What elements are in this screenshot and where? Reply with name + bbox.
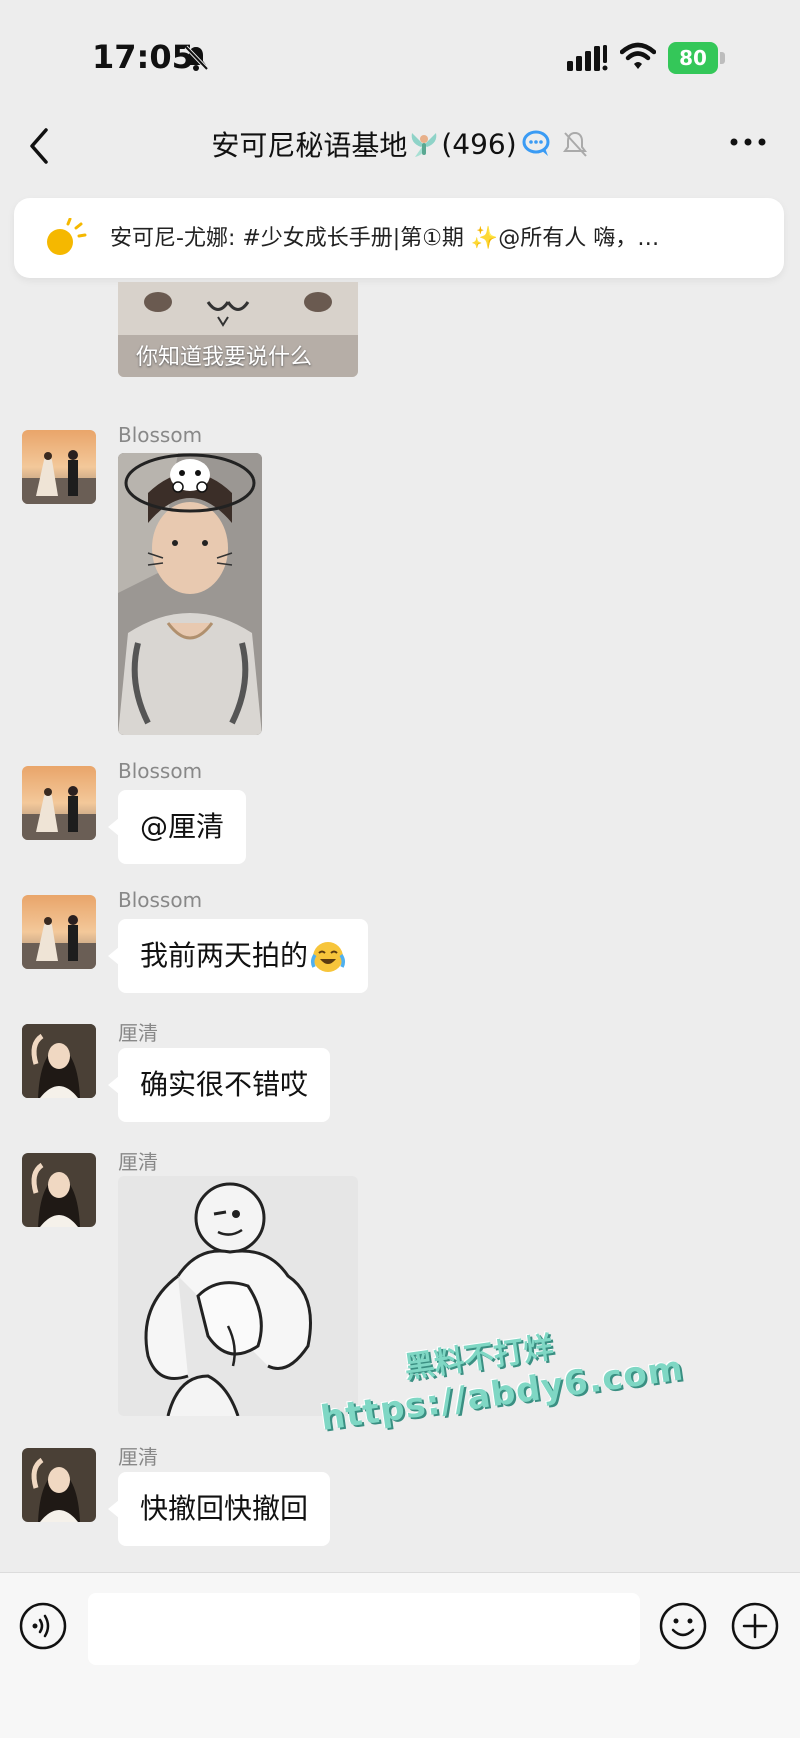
sender-name: 厘清 bbox=[118, 1150, 158, 1174]
avatar-liqing-image bbox=[22, 1153, 96, 1227]
sun-icon bbox=[47, 218, 87, 255]
battery-level: 80 bbox=[668, 42, 718, 74]
member-count: (496) bbox=[441, 127, 517, 161]
sender-name: Blossom bbox=[118, 759, 203, 783]
avatar-blossom-image bbox=[22, 895, 96, 969]
status-time: 17:05 bbox=[92, 38, 194, 76]
laughing-crying-emoji-icon bbox=[311, 942, 346, 972]
avatar-blossom-image bbox=[22, 766, 96, 840]
battery-indicator: 80 bbox=[668, 42, 726, 74]
more-icon[interactable] bbox=[728, 132, 768, 152]
avatar-liqing[interactable] bbox=[22, 1448, 96, 1522]
selfie-photo[interactable] bbox=[118, 453, 262, 735]
plus-icon[interactable] bbox=[730, 1601, 780, 1651]
fairy-emoji-icon bbox=[412, 133, 437, 157]
group-name: 安可尼秘语基地 bbox=[211, 129, 408, 162]
wifi-icon bbox=[620, 42, 656, 69]
avatar-blossom[interactable] bbox=[22, 766, 96, 840]
emoji-icon[interactable] bbox=[658, 1601, 708, 1651]
message-bubble[interactable]: 快撤回快撤回 bbox=[107, 1472, 331, 1546]
avatar-liqing[interactable] bbox=[22, 1153, 96, 1227]
sender-name: 厘清 bbox=[118, 1021, 158, 1045]
cat-meme-image[interactable]: 你知道我要说什么 bbox=[118, 282, 358, 377]
avatar-blossom-image bbox=[22, 430, 96, 504]
sender-name: Blossom bbox=[118, 423, 203, 447]
chat-title[interactable]: 安可尼秘语基地 (496) bbox=[0, 124, 800, 164]
message-text: 我前两天拍的 bbox=[140, 939, 309, 972]
bell-off-icon bbox=[184, 45, 209, 71]
message-bubble[interactable]: @厘清 bbox=[107, 790, 247, 864]
input-bar bbox=[0, 1572, 800, 1738]
mute-icon bbox=[562, 131, 587, 157]
avatar-liqing[interactable] bbox=[22, 1024, 96, 1098]
avatar-liqing-image bbox=[22, 1024, 96, 1098]
chat-bubble-icon bbox=[522, 130, 550, 156]
message-bubble[interactable]: 确实很不错哎 bbox=[107, 1048, 331, 1122]
sender-name: 厘清 bbox=[118, 1445, 158, 1469]
avatar-liqing-image bbox=[22, 1448, 96, 1522]
voice-icon[interactable] bbox=[18, 1601, 68, 1651]
announcement-text: 安可尼-尤娜: #少女成长手册|第①期 ✨@所有人 嗨，… bbox=[110, 226, 660, 251]
avatar-blossom[interactable] bbox=[22, 895, 96, 969]
message-input[interactable] bbox=[88, 1593, 640, 1665]
signal-icon bbox=[567, 45, 608, 71]
message-bubble[interactable]: 我前两天拍的 bbox=[107, 919, 369, 993]
chat-header: 安可尼秘语基地 (496) bbox=[0, 110, 800, 200]
avatar-blossom[interactable] bbox=[22, 430, 96, 504]
selfie-photo-image bbox=[118, 453, 262, 735]
cat-meme-caption: 你知道我要说什么 bbox=[136, 345, 313, 370]
group-announcement[interactable]: 安可尼-尤娜: #少女成长手册|第①期 ✨@所有人 嗨，… bbox=[14, 198, 784, 278]
battery-cap bbox=[720, 52, 725, 64]
status-bar: 17:05 80 bbox=[0, 0, 800, 110]
sender-name: Blossom bbox=[118, 888, 203, 912]
